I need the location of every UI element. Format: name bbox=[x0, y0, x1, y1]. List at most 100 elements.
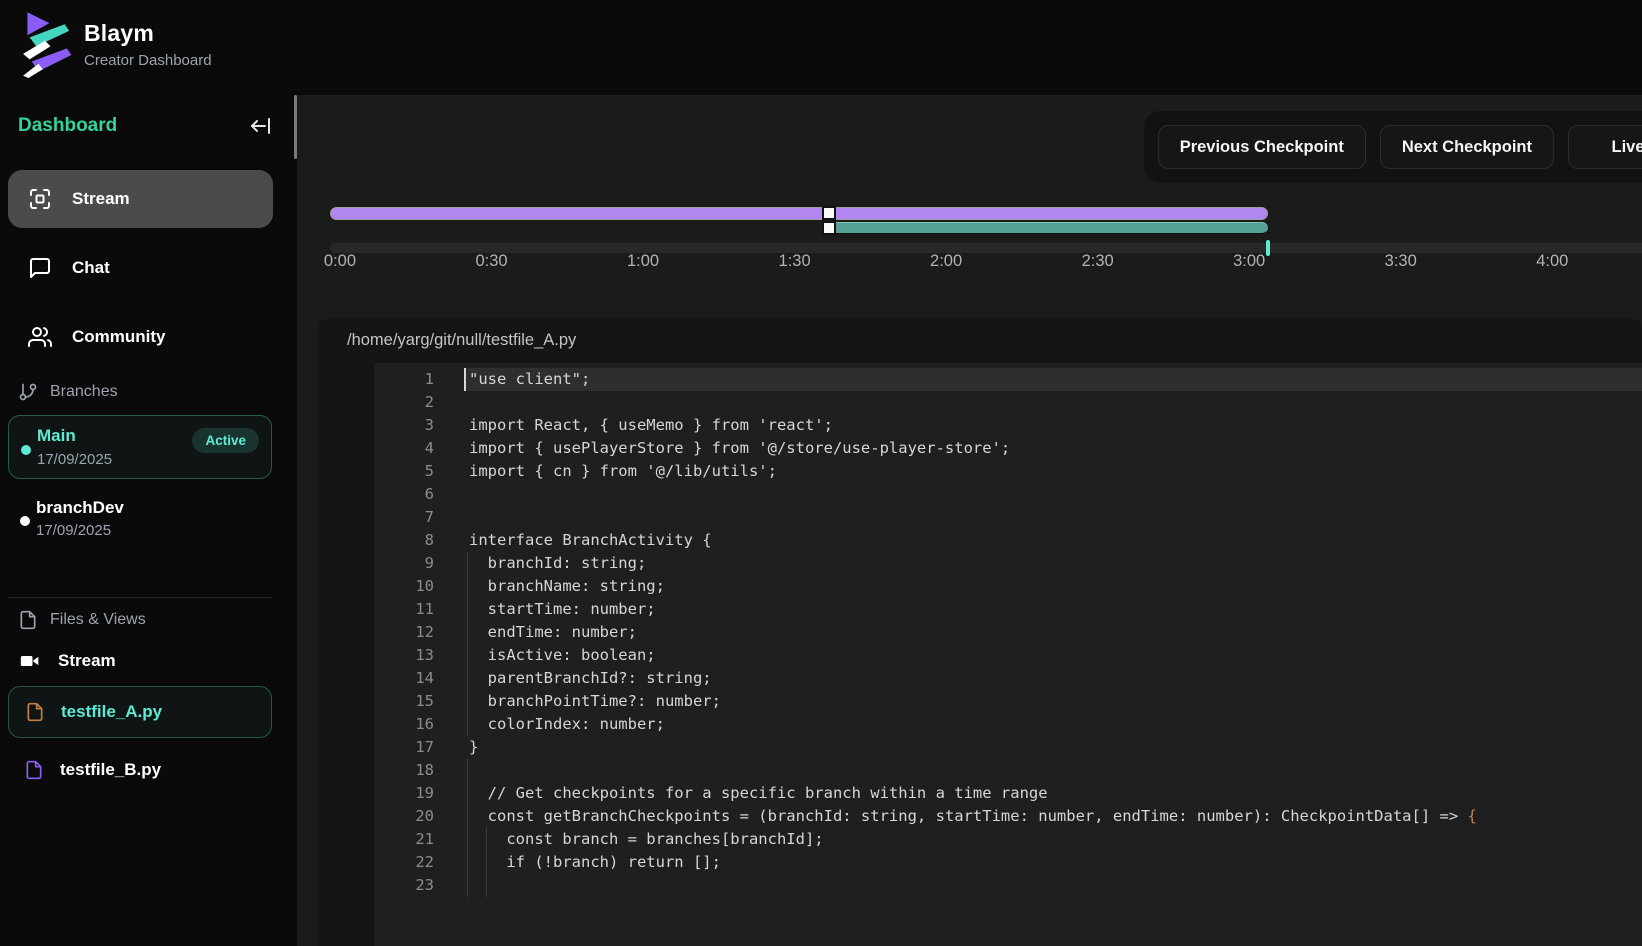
indent-guide bbox=[467, 575, 468, 598]
sidebar-item-community[interactable]: Community bbox=[8, 308, 273, 366]
main-branch-slider-track[interactable] bbox=[330, 207, 1268, 220]
git-branch-icon bbox=[18, 382, 38, 402]
line-text: } bbox=[464, 736, 1642, 759]
line-number: 17 bbox=[318, 736, 434, 759]
code-line: 16 colorIndex: number; bbox=[318, 713, 1642, 736]
timeline: 0:000:301:001:302:002:303:003:304:00 bbox=[330, 95, 1642, 285]
code-line: 8interface BranchActivity { bbox=[318, 529, 1642, 552]
main-panel: Previous Checkpoint Next Checkpoint Live… bbox=[297, 95, 1642, 946]
sidebar-item-chat[interactable]: Chat bbox=[8, 239, 273, 297]
indent-guide bbox=[467, 805, 468, 828]
branches-title: Branches bbox=[50, 383, 118, 401]
line-text bbox=[464, 874, 1642, 897]
code-line: 5import { cn } from '@/lib/utils'; bbox=[318, 460, 1642, 483]
line-text bbox=[464, 391, 1642, 414]
line-number: 8 bbox=[318, 529, 434, 552]
nav-label: Stream bbox=[72, 189, 130, 209]
line-number: 12 bbox=[318, 621, 434, 644]
line-text bbox=[464, 759, 1642, 782]
file-purple-icon bbox=[24, 760, 44, 780]
line-text: const branch = branches[branchId]; bbox=[464, 828, 1642, 851]
sidebar-divider bbox=[8, 597, 272, 598]
line-number: 10 bbox=[318, 575, 434, 598]
file-item-testfile-b[interactable]: testfile_B.py bbox=[8, 750, 272, 790]
line-number: 5 bbox=[318, 460, 434, 483]
code-line: 14 parentBranchId?: string; bbox=[318, 667, 1642, 690]
nav-label: Community bbox=[72, 327, 166, 347]
code-line: 23 bbox=[318, 874, 1642, 897]
screen-share-icon bbox=[28, 187, 52, 211]
dev-branch-slider-handle[interactable] bbox=[822, 221, 836, 235]
brand-name: Blaym bbox=[84, 20, 212, 47]
branch-item-branchdev[interactable]: branchDev 17/09/2025 bbox=[8, 492, 272, 548]
indent-guide bbox=[467, 874, 468, 897]
file-label: testfile_B.py bbox=[60, 760, 161, 780]
collapse-sidebar-icon[interactable] bbox=[249, 114, 273, 138]
file-icon bbox=[18, 610, 38, 630]
users-icon bbox=[28, 325, 52, 349]
main-branch-slider-handle[interactable] bbox=[822, 206, 836, 220]
line-text: "use client"; bbox=[464, 368, 1642, 391]
time-label: 0:00 bbox=[324, 252, 356, 271]
time-label: 2:00 bbox=[930, 252, 962, 271]
view-label: Stream bbox=[58, 651, 116, 671]
branch-item-main[interactable]: Main 17/09/2025 Active bbox=[8, 415, 272, 479]
code-lines: 1"use client";23import React, { useMemo … bbox=[318, 363, 1642, 946]
branches-section-label: Branches bbox=[18, 382, 118, 402]
line-text: colorIndex: number; bbox=[464, 713, 1642, 736]
indent-guide bbox=[467, 782, 468, 805]
line-text: // Get checkpoints for a specific branch… bbox=[464, 782, 1642, 805]
files-section-label: Files & Views bbox=[18, 610, 146, 630]
time-label: 3:00 bbox=[1233, 252, 1265, 271]
files-title: Files & Views bbox=[50, 611, 146, 629]
indent-guide bbox=[467, 598, 468, 621]
sidebar-item-stream[interactable]: Stream bbox=[8, 170, 273, 228]
code-line: 2 bbox=[318, 391, 1642, 414]
indent-guide bbox=[467, 713, 468, 736]
line-number: 16 bbox=[318, 713, 434, 736]
brand-subtitle: Creator Dashboard bbox=[84, 52, 212, 69]
code-line: 4import { usePlayerStore } from '@/store… bbox=[318, 437, 1642, 460]
view-item-stream[interactable]: Stream bbox=[8, 644, 272, 678]
checkpoint-tick[interactable] bbox=[1266, 240, 1270, 256]
indent-guide bbox=[467, 851, 468, 874]
line-text: branchId: string; bbox=[464, 552, 1642, 575]
branch-name: Main bbox=[37, 426, 76, 446]
code-line: 19 // Get checkpoints for a specific bra… bbox=[318, 782, 1642, 805]
line-text: import React, { useMemo } from 'react'; bbox=[464, 414, 1642, 437]
indent-guide bbox=[467, 644, 468, 667]
time-label: 2:30 bbox=[1082, 252, 1114, 271]
code-editor: /home/yarg/git/null/testfile_A.py 1"use … bbox=[318, 318, 1642, 946]
indent-guide bbox=[467, 667, 468, 690]
line-text: const getBranchCheckpoints = (branchId: … bbox=[464, 805, 1642, 828]
line-text bbox=[464, 506, 1642, 529]
code-line: 1"use client"; bbox=[318, 368, 1642, 391]
code-line: 17} bbox=[318, 736, 1642, 759]
time-label: 0:30 bbox=[475, 252, 507, 271]
dev-branch-slider-track[interactable] bbox=[829, 222, 1269, 234]
code-line: 6 bbox=[318, 483, 1642, 506]
checkpoint-track[interactable] bbox=[330, 243, 1642, 253]
code-line: 3import React, { useMemo } from 'react'; bbox=[318, 414, 1642, 437]
file-label: testfile_A.py bbox=[61, 702, 162, 722]
line-number: 2 bbox=[318, 391, 434, 414]
code-line: 12 endTime: number; bbox=[318, 621, 1642, 644]
line-number: 20 bbox=[318, 805, 434, 828]
branch-date: 17/09/2025 bbox=[36, 522, 111, 539]
time-label: 1:00 bbox=[627, 252, 659, 271]
file-item-testfile-a[interactable]: testfile_A.py bbox=[8, 686, 272, 738]
line-number: 6 bbox=[318, 483, 434, 506]
line-number: 13 bbox=[318, 644, 434, 667]
sidebar-scrollbar[interactable] bbox=[294, 95, 297, 159]
file-path: /home/yarg/git/null/testfile_A.py bbox=[347, 331, 576, 350]
indent-guide bbox=[486, 851, 487, 874]
branch-date: 17/09/2025 bbox=[37, 451, 112, 468]
line-number: 21 bbox=[318, 828, 434, 851]
branch-dot bbox=[21, 445, 31, 455]
sidebar: Blaym Creator Dashboard Dashboard Stream… bbox=[0, 0, 297, 946]
line-text: endTime: number; bbox=[464, 621, 1642, 644]
blaym-logo-icon bbox=[16, 10, 74, 78]
line-number: 11 bbox=[318, 598, 434, 621]
indent-guide bbox=[467, 759, 468, 782]
line-number: 7 bbox=[318, 506, 434, 529]
